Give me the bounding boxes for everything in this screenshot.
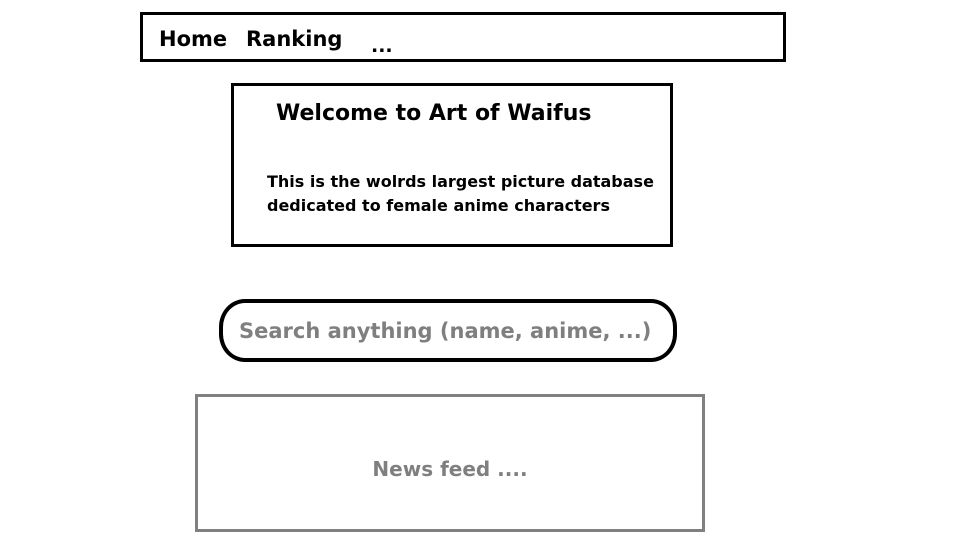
welcome-title: Welcome to Art of Waifus (276, 101, 592, 126)
welcome-description: This is the wolrds largest picture datab… (267, 172, 654, 215)
news-feed-panel: News feed .... (195, 394, 705, 532)
top-navbar: Home Ranking ... (140, 12, 786, 62)
news-feed-label: News feed .... (372, 457, 528, 481)
nav-ranking-link[interactable]: Ranking (246, 29, 342, 50)
search-input[interactable] (239, 303, 659, 358)
welcome-panel: Welcome to Art of Waifus This is the wol… (231, 83, 673, 247)
search-bar[interactable] (219, 299, 677, 362)
nav-home-link[interactable]: Home (159, 29, 227, 50)
nav-more-link[interactable]: ... (371, 37, 393, 56)
